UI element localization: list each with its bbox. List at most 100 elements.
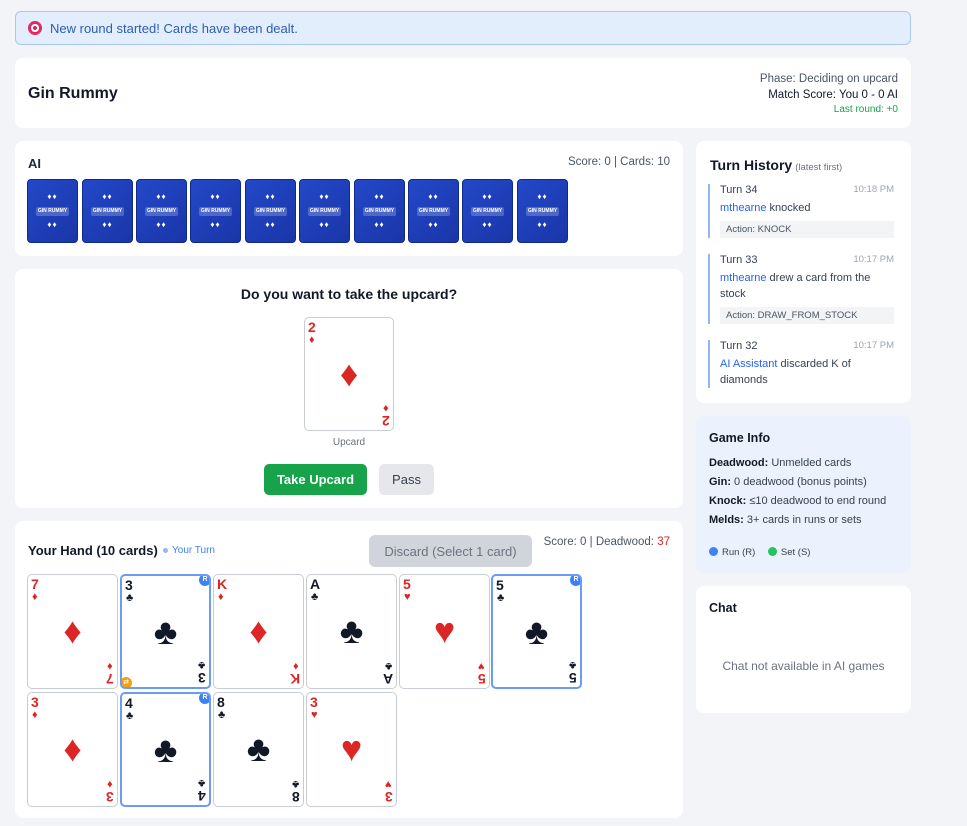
club-icon: ♣ [339,610,364,651]
card-suit: ♦ [293,660,299,672]
hand-card[interactable]: 5 ♣ ♣ ♣ 5 R [491,574,582,689]
hand-card[interactable]: 5 ♥ ♥ ♥ 5 [399,574,490,689]
card-rank: 7 [106,671,114,687]
rule-desc: 0 deadwood (bonus points) [731,476,867,488]
card-suit: ♥ [311,709,318,721]
hand-card[interactable]: 3 ♦ ♦ ♦ 3 [27,692,118,807]
rule-item: Melds: 3+ cards in runs or sets [709,512,899,528]
card-back-label: GIN RUMMY [36,207,69,216]
suit-pip-icon: ♦♦ [47,192,58,201]
history-title-text: Turn History [710,157,793,173]
suit-pip-icon: ♦♦ [265,192,276,201]
run-badge: R [570,576,580,586]
card-suit: ♦ [383,402,389,414]
suit-pip-icon: ♦♦ [374,192,385,201]
card-suit: ♣ [197,777,205,789]
turn-indicator: Your Turn [163,545,215,556]
chat-empty-message: Chat not available in AI games [722,659,885,673]
turn-user: AI Assistant [720,358,778,370]
suit-pip-icon: ♦♦ [265,220,276,229]
suit-pip-icon: ♦♦ [428,192,439,201]
card-back-label: GIN RUMMY [363,207,396,216]
card-rank: 8 [217,694,225,710]
card-suit: ♣ [126,592,134,604]
pass-button[interactable]: Pass [379,464,434,495]
target-icon [28,21,42,35]
turn-user: mthearne [720,272,767,284]
match-score: Match Score: You 0 - 0 AI [768,89,898,101]
card-rank: 5 [478,671,486,687]
hand-card[interactable]: 7 ♦ ♦ ♦ 7 [27,574,118,689]
hand-card[interactable]: 3 ♥ ♥ ♥ 3 [306,692,397,807]
card-back-label: GIN RUMMY [91,207,124,216]
card-back: ♦♦ GIN RUMMY ♦♦ [462,179,513,243]
hand-card[interactable]: K ♦ ♦ ♦ K [213,574,304,689]
card-back: ♦♦ GIN RUMMY ♦♦ [517,179,568,243]
run-color-dot [709,547,718,556]
legend-run: Run (R) [722,547,756,558]
rule-item: Gin: 0 deadwood (bonus points) [709,474,899,490]
upcard-caption: Upcard [332,437,366,448]
game-header: Gin Rummy Phase: Deciding on upcard Matc… [15,58,911,128]
card-back-label: GIN RUMMY [471,207,504,216]
card-rank: 2 [308,319,316,335]
card-back-label: GIN RUMMY [417,207,450,216]
upcard[interactable]: 2 ♦ ♦ ♦ 2 [304,317,394,431]
discard-button[interactable]: Discard (Select 1 card) [369,535,532,567]
match-status: Phase: Deciding on upcard Match Score: Y… [760,71,898,117]
card-back-label: GIN RUMMY [254,207,287,216]
card-rank: 5 [403,576,411,592]
hand-card[interactable]: 4 ♣ ♣ ♣ 4 R [120,692,211,807]
card-suit: ♦ [107,660,113,672]
turn-time: 10:18 PM [853,184,894,195]
opponent-name: AI [28,156,41,171]
card-rank: 5 [496,577,504,593]
player-hand-panel: Your Hand (10 cards) Your Turn Discard (… [15,521,683,818]
history-entry: Turn 34 10:18 PM mthearne knocked Action… [708,184,894,238]
history-subtitle: (latest first) [795,162,843,173]
notification-banner: New round started! Cards have been dealt… [15,11,911,45]
rule-desc: Unmelded cards [768,457,852,469]
dot-icon [163,547,168,553]
card-suit: ♥ [478,660,485,672]
suit-pip-icon: ♦♦ [482,220,493,229]
card-rank: A [310,576,321,592]
phase-text: Phase: Deciding on upcard [759,73,898,85]
hand-card[interactable]: A ♣ ♣ ♣ A [306,574,397,689]
turn-action: Action: DRAW_FROM_STOCK [720,307,894,324]
turn-action: Action: KNOCK [720,221,894,238]
card-rank: A [382,671,393,687]
game-info-title: Game Info [709,431,771,445]
card-suit: ♣ [497,592,505,604]
turn-message: mthearne drew a card from the stock [720,270,894,302]
card-suit: ♦ [309,334,315,346]
take-upcard-button[interactable]: Take Upcard [264,464,367,495]
game-info-panel: Game Info Deadwood: Unmelded cards Gin: … [696,416,911,573]
rule-term: Melds: [709,514,744,526]
suit-pip-icon: ♦♦ [428,220,439,229]
card-suit: ♣ [197,659,205,671]
suit-pip-icon: ♦♦ [156,220,167,229]
suit-pip-icon: ♦♦ [210,192,221,201]
upcard-panel: Do you want to take the upcard? 2 ♦ ♦ ♦ … [15,269,683,508]
turn-history-panel: Turn History (latest first) Turn 34 10:18… [696,141,911,403]
last-round: Last round: +0 [833,104,898,115]
hand-card[interactable]: 3 ♣ ♣ ♣ 3 R ⇄ [120,574,211,689]
suit-pip-icon: ♦♦ [537,192,548,201]
card-back-label: GIN RUMMY [145,207,178,216]
card-rank: 3 [385,789,393,805]
turn-time: 10:17 PM [853,254,894,265]
card-suit: ♣ [126,710,134,722]
card-back: ♦♦ GIN RUMMY ♦♦ [82,179,133,243]
card-suit: ♥ [404,591,411,603]
diamond-icon: ♦ [339,353,359,394]
legend-set: Set (S) [780,547,811,558]
history-list[interactable]: Turn 34 10:18 PM mthearne knocked Action… [708,184,900,390]
diamond-icon: ♦ [63,610,82,651]
history-title: Turn History (latest first) [710,157,842,173]
card-rank: 3 [198,670,206,686]
hand-card[interactable]: 8 ♣ ♣ ♣ 8 [213,692,304,807]
card-back-label: GIN RUMMY [308,207,341,216]
chat-panel: Chat Chat not available in AI games [696,586,911,713]
card-back: ♦♦ GIN RUMMY ♦♦ [190,179,241,243]
